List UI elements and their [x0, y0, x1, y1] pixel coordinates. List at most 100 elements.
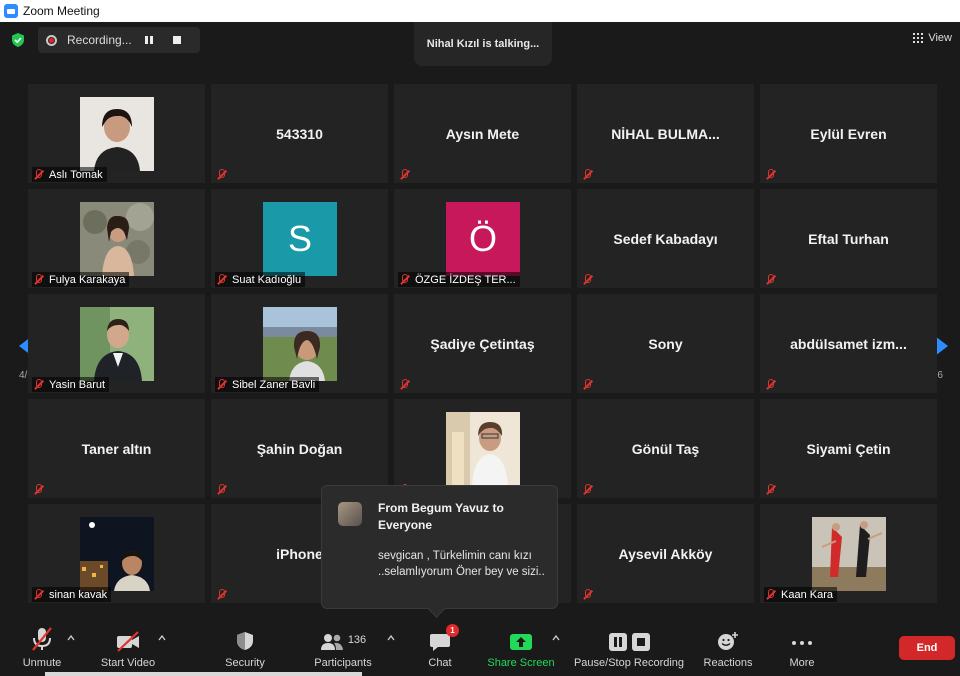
participant-tile[interactable]: Gönül Taş — [577, 399, 754, 498]
reactions-button[interactable]: Reactions — [700, 622, 756, 676]
muted-mic-icon — [764, 588, 777, 601]
muted-mic-icon — [764, 168, 777, 181]
more-dots-icon — [792, 641, 812, 645]
participant-tile[interactable]: Şahin Doğan — [211, 399, 388, 498]
participant-avatar: S — [263, 202, 337, 276]
muted-mic-icon — [398, 378, 411, 391]
muted-mic-icon — [764, 273, 777, 286]
chat-button[interactable]: 1 Chat — [424, 622, 459, 676]
chat-label: Chat — [428, 657, 452, 669]
stop-recording-icon[interactable] — [173, 36, 181, 44]
participant-photo — [80, 97, 154, 171]
muted-mic-icon — [215, 273, 228, 286]
muted-mic-icon — [32, 168, 45, 181]
participant-tile[interactable]: Aysevil Akköy — [577, 504, 754, 603]
participant-tile[interactable]: Eftal Turhan — [760, 189, 937, 288]
participant-name: abdülsamet izm... — [790, 335, 907, 352]
participant-tile[interactable]: sinan kavak — [28, 504, 205, 603]
end-meeting-button[interactable]: End — [899, 636, 955, 660]
participant-tile[interactable]: Sedef Kabadayı — [577, 189, 754, 288]
participant-label: Suat Kadıoğlu — [215, 272, 306, 287]
participant-name: Suat Kadıoğlu — [232, 273, 302, 286]
view-button[interactable]: View — [913, 32, 952, 44]
audio-options-caret-icon[interactable] — [67, 634, 75, 642]
participant-name: Şahin Doğan — [256, 440, 343, 457]
encryption-shield-icon[interactable] — [10, 32, 26, 48]
participant-label: sinan kavak — [32, 587, 112, 602]
participant-tile[interactable]: Ö ÖZGE İZDEŞ TER... — [394, 189, 571, 288]
participant-name: NİHAL BULMA... — [611, 125, 720, 142]
share-screen-button[interactable]: Share Screen — [486, 622, 556, 676]
window-title: Zoom Meeting — [23, 4, 100, 18]
unmute-button[interactable]: Unmute — [20, 622, 64, 676]
view-label: View — [928, 32, 952, 44]
participant-tile[interactable]: Aysın Mete — [394, 84, 571, 183]
window-titlebar: Zoom Meeting — [0, 0, 960, 22]
participant-tile[interactable]: 543310 — [211, 84, 388, 183]
share-options-caret-icon[interactable] — [552, 634, 560, 642]
participant-name: ÖZGE İZDEŞ TER... — [415, 273, 516, 286]
participants-options-caret-icon[interactable] — [387, 634, 395, 642]
pause-recording-icon[interactable] — [145, 36, 153, 44]
participant-tile[interactable] — [394, 399, 571, 498]
start-video-button[interactable]: Start Video — [98, 622, 158, 676]
participant-name: Fulya Karakaya — [49, 273, 126, 286]
muted-microphone-icon — [32, 627, 52, 651]
participant-photo — [80, 202, 154, 276]
participant-tile[interactable]: Eylül Evren — [760, 84, 937, 183]
security-button[interactable]: Security — [223, 622, 267, 676]
share-screen-label: Share Screen — [487, 657, 555, 669]
unmute-label: Unmute — [22, 657, 62, 669]
muted-mic-icon — [215, 588, 228, 601]
reactions-label: Reactions — [703, 657, 753, 669]
reactions-smiley-icon — [718, 632, 738, 650]
recording-indicator: Recording... — [38, 27, 200, 53]
zoom-logo-icon — [4, 4, 18, 18]
participant-tile[interactable]: Siyami Çetin — [760, 399, 937, 498]
pause-recording-icon — [608, 633, 627, 651]
participant-tile[interactable]: S Suat Kadıoğlu — [211, 189, 388, 288]
participants-button[interactable]: 136 Participants — [312, 622, 374, 676]
muted-mic-icon — [581, 378, 594, 391]
participants-icon — [320, 634, 343, 650]
participant-tile[interactable]: abdülsamet izm... — [760, 294, 937, 393]
chat-notification-popup[interactable]: From Begum Yavuz to Everyone sevgican , … — [321, 485, 558, 609]
muted-mic-icon — [581, 168, 594, 181]
taskbar-strip — [45, 672, 362, 676]
participant-tile[interactable]: Taner altın — [28, 399, 205, 498]
participant-name: Sibel Zaner Bavli — [232, 378, 316, 391]
participant-tile[interactable]: Yasin Barut — [28, 294, 205, 393]
security-shield-icon — [237, 632, 253, 650]
active-speaker-banner: Nihal Kızıl is talking... — [414, 22, 552, 66]
pause-stop-recording-label: Pause/Stop Recording — [573, 657, 685, 669]
participant-name: Sedef Kabadayı — [613, 230, 718, 247]
start-video-label: Start Video — [100, 657, 156, 669]
pause-stop-recording-button[interactable]: Pause/Stop Recording — [574, 622, 684, 676]
participant-tile[interactable]: NİHAL BULMA... — [577, 84, 754, 183]
participant-label: Yasin Barut — [32, 377, 110, 392]
participant-tile[interactable]: Fulya Karakaya — [28, 189, 205, 288]
participant-tile[interactable]: Sony — [577, 294, 754, 393]
muted-mic-icon — [215, 483, 228, 496]
participant-tile[interactable]: Şadiye Çetintaş — [394, 294, 571, 393]
participant-name: Taner altın — [81, 440, 152, 457]
participant-avatar: Ö — [446, 202, 520, 276]
participant-tile[interactable]: Sibel Zaner Bavli — [211, 294, 388, 393]
participant-photo — [263, 307, 337, 381]
participant-photo — [446, 412, 520, 486]
participant-label: Fulya Karakaya — [32, 272, 130, 287]
participant-label: ÖZGE İZDEŞ TER... — [398, 272, 520, 287]
sender-avatar — [338, 502, 362, 526]
muted-mic-icon — [215, 168, 228, 181]
participant-label: Kaan Kara — [764, 587, 837, 602]
more-button[interactable]: More — [784, 622, 820, 676]
share-screen-icon — [510, 634, 532, 650]
participant-tile[interactable]: Kaan Kara — [760, 504, 937, 603]
participant-photo — [80, 307, 154, 381]
participant-name: 543310 — [276, 125, 323, 142]
participant-tile[interactable]: Aslı Tomak — [28, 84, 205, 183]
muted-mic-icon — [764, 483, 777, 496]
video-options-caret-icon[interactable] — [158, 634, 166, 642]
muted-mic-icon — [581, 588, 594, 601]
participant-name: Eftal Turhan — [808, 230, 889, 247]
